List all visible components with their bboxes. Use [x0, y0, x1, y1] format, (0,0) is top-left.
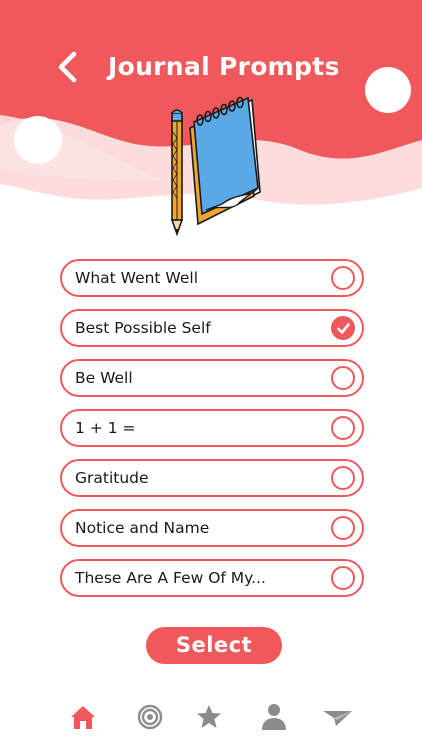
nav-item-goals[interactable] [132, 700, 168, 734]
nav-item-profile[interactable] [256, 700, 292, 734]
select-button[interactable]: Select [146, 627, 282, 664]
back-button[interactable] [52, 48, 86, 86]
nav-item-home[interactable] [65, 700, 101, 734]
radio-button[interactable] [331, 266, 355, 290]
checkmark-icon [337, 323, 350, 334]
prompt-label: What Went Well [75, 269, 199, 287]
radio-button[interactable] [331, 516, 355, 540]
pencil-icon [170, 109, 184, 237]
prompt-item-best-possible-self[interactable]: Best Possible Self [60, 309, 364, 347]
person-icon [262, 704, 286, 730]
bottom-nav [0, 700, 422, 736]
prompt-label: Notice and Name [75, 519, 210, 537]
home-icon [71, 706, 95, 729]
prompt-label: Gratitude [75, 469, 149, 487]
prompt-item-gratitude[interactable]: Gratitude [60, 459, 364, 497]
prompt-label: These Are A Few Of My... [75, 569, 266, 587]
paper-plane-icon [323, 711, 352, 726]
radio-button[interactable] [331, 566, 355, 590]
nav-item-share[interactable] [320, 700, 356, 734]
decorative-circle-right [365, 67, 411, 113]
prompt-item-what-went-well[interactable]: What Went Well [60, 259, 364, 297]
prompt-label: Be Well [75, 369, 133, 387]
prompt-list: What Went Well Best Possible Self Be Wel… [60, 259, 364, 609]
prompt-label: 1 + 1 = [75, 419, 136, 437]
star-icon [197, 705, 221, 728]
decorative-circle-left [14, 116, 62, 164]
radio-button[interactable] [331, 466, 355, 490]
prompt-item-few-of-my[interactable]: These Are A Few Of My... [60, 559, 364, 597]
prompt-item-one-plus-one[interactable]: 1 + 1 = [60, 409, 364, 447]
prompt-item-notice-and-name[interactable]: Notice and Name [60, 509, 364, 547]
chevron-left-icon [58, 51, 77, 83]
radio-button[interactable] [331, 416, 355, 440]
notebook-icon [189, 96, 261, 226]
nav-item-favorites[interactable] [191, 700, 227, 734]
notebook-pencil-illustration [170, 96, 261, 237]
target-icon [137, 704, 163, 730]
prompt-label: Best Possible Self [75, 319, 211, 337]
radio-button-checked[interactable] [331, 316, 355, 340]
radio-button[interactable] [331, 366, 355, 390]
page-title: Journal Prompts [108, 52, 340, 81]
prompt-item-be-well[interactable]: Be Well [60, 359, 364, 397]
